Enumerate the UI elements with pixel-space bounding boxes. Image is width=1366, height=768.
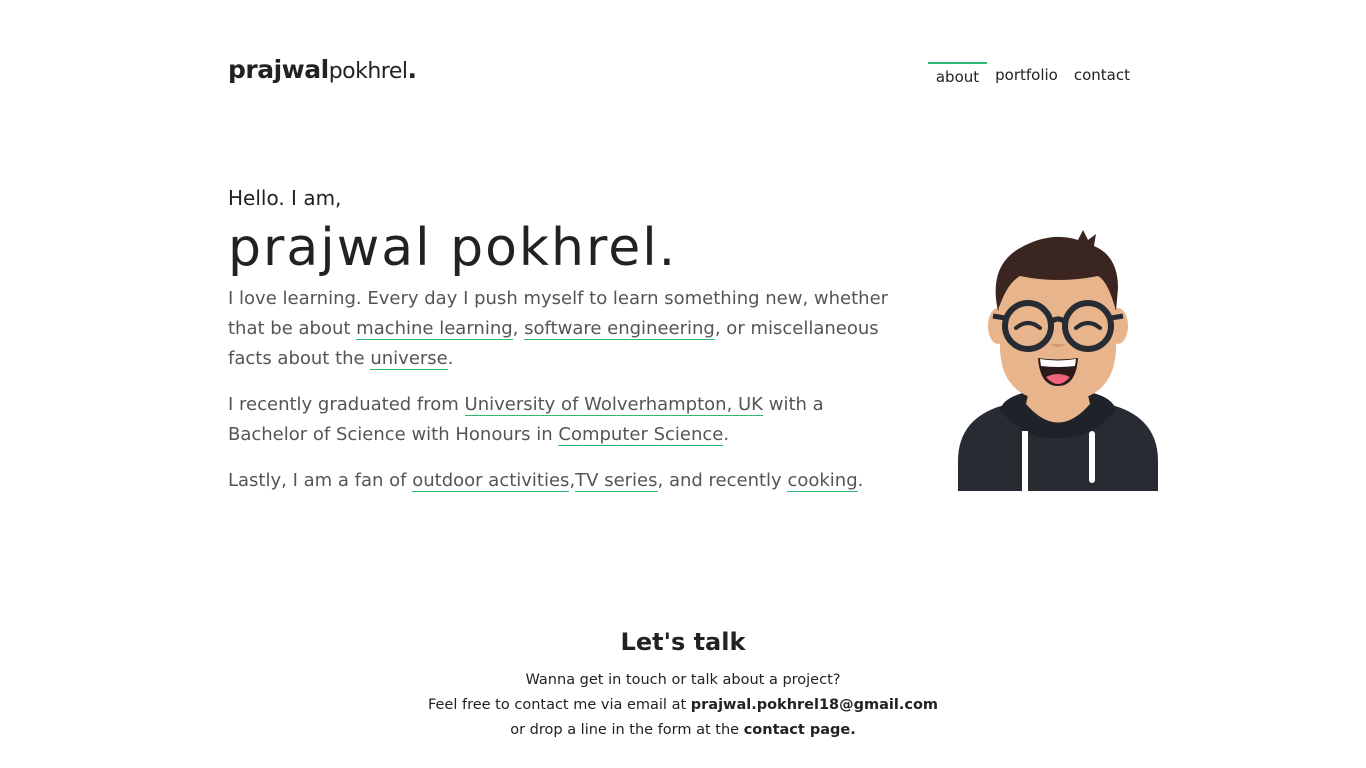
logo-last: pokhrel [328,59,408,84]
hero-section: Hello. I am, prajwal pokhrel. I love lea… [228,186,908,512]
logo-first: prajwal [228,55,329,84]
edu-text-3: . [723,424,730,445]
email-prefix: Feel free to contact me via email at [427,697,691,713]
talk-line-3: or drop a line in the form at the contac… [0,718,1366,743]
nav-item-portfolio[interactable]: portfolio [987,62,1066,86]
link-university[interactable]: University of Wolverhampton, UK [464,394,763,416]
page-title: prajwal pokhrel. [228,218,678,278]
education-paragraph: I recently graduated from University of … [228,390,908,450]
contact-page-link[interactable]: contact page. [744,722,856,738]
intro-text-2: , [512,318,525,339]
talk-line-2: Feel free to contact me via email at pra… [0,693,1366,718]
nav-item-about[interactable]: about [927,62,988,86]
email-link[interactable]: prajwal.pokhrel18@gmail.com [691,697,938,713]
link-cooking[interactable]: cooking [787,470,858,492]
link-tv-series[interactable]: TV series [575,470,658,492]
talk-line-1: Wanna get in touch or talk about a proje… [525,672,841,688]
greeting: Hello. I am, [228,186,342,210]
link-software-engineering[interactable]: software engineering [524,318,715,340]
edu-text-1: I recently graduated from [228,394,465,415]
main-nav: about portfolio contact [927,62,1138,86]
link-outdoor-activities[interactable]: outdoor activities [412,470,570,492]
contact-prefix: or drop a line in the form at the [510,722,744,738]
contact-section: Let's talk Wanna get in touch or talk ab… [0,628,1366,743]
link-universe[interactable]: universe [370,348,448,370]
link-computer-science[interactable]: Computer Science [558,424,724,446]
logo-dot: . [407,55,418,84]
logo[interactable]: prajwalpokhrel. [228,55,417,84]
site-header: prajwalpokhrel. about portfolio contact [228,52,1138,102]
section-title: Let's talk [620,628,746,656]
intro-paragraph: I love learning. Every day I push myself… [228,284,908,374]
hobby-text-4: . [857,470,864,491]
hobby-text-3: , and recently [657,470,788,491]
intro-text-4: . [447,348,454,369]
nav-item-contact[interactable]: contact [1066,62,1138,86]
hobbies-paragraph: Lastly, I am a fan of outdoor activities… [228,466,908,496]
avatar-illustration-icon [958,226,1158,491]
hobby-text-1: Lastly, I am a fan of [228,470,413,491]
link-machine-learning[interactable]: machine learning [356,318,513,340]
